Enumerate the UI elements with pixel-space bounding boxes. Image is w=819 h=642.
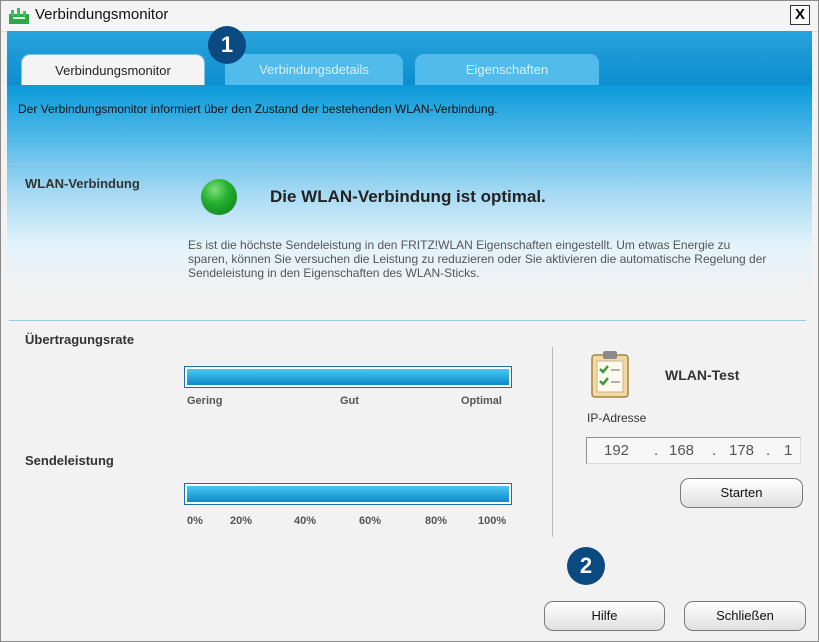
- power-scale-tick: 20%: [230, 515, 253, 527]
- tab-bar: Verbindungsmonitor Verbindungsdetails Ei…: [7, 31, 812, 85]
- rate-scale-high: Optimal: [461, 395, 502, 407]
- tab-eigenschaften[interactable]: Eigenschaften: [415, 54, 599, 85]
- help-button[interactable]: Hilfe: [544, 601, 665, 631]
- tab-verbindungsmonitor[interactable]: Verbindungsmonitor: [21, 54, 205, 85]
- start-button[interactable]: Starten: [680, 478, 803, 508]
- power-bar: [184, 483, 512, 505]
- rate-bar: [184, 366, 512, 388]
- divider: [9, 163, 806, 164]
- wlan-test-title: WLAN-Test: [665, 367, 740, 383]
- status-led-icon: [201, 179, 237, 215]
- connection-status: Die WLAN-Verbindung ist optimal.: [270, 187, 546, 206]
- rate-label: Übertragungsrate: [25, 332, 135, 347]
- ip-octet-3: 178: [729, 442, 755, 459]
- status-description: Es ist die höchste Sendeleistung in den …: [188, 238, 767, 280]
- power-bar-fill: [187, 486, 509, 502]
- ip-address-label: IP-Adresse: [587, 411, 647, 425]
- ip-octet-1: 192: [604, 442, 630, 459]
- ip-separator: .: [766, 442, 771, 459]
- power-scale-tick: 60%: [359, 515, 382, 527]
- power-scale-tick: 80%: [425, 515, 448, 527]
- info-text: Der Verbindungsmonitor informiert über d…: [18, 102, 498, 116]
- ip-octet-4: 1: [784, 442, 793, 459]
- window-title: Verbindungsmonitor: [35, 6, 169, 23]
- power-scale-tick: 0%: [187, 515, 203, 527]
- rate-scale-mid: Gut: [340, 395, 359, 407]
- power-label: Sendeleistung: [25, 453, 114, 468]
- vertical-divider: [552, 347, 553, 537]
- dialog-window: Verbindungsmonitor X Verbindungsmonitor …: [0, 0, 819, 642]
- close-button[interactable]: Schließen: [684, 601, 806, 631]
- wlan-section-label: WLAN-Verbindung: [25, 176, 140, 191]
- rate-scale-low: Gering: [187, 395, 223, 407]
- power-scale-tick: 100%: [478, 515, 507, 527]
- callout-badge-2: 2: [567, 547, 605, 585]
- title-bar: Verbindungsmonitor X: [1, 1, 818, 32]
- tab-verbindungsdetails[interactable]: Verbindungsdetails: [225, 54, 403, 85]
- clipboard-check-icon: [591, 351, 629, 398]
- app-icon: [9, 8, 29, 24]
- power-scale-tick: 40%: [294, 515, 317, 527]
- ip-separator: .: [712, 442, 717, 459]
- rate-bar-fill: [187, 369, 509, 385]
- callout-badge-1: 1: [208, 26, 246, 64]
- ip-separator: .: [654, 442, 659, 459]
- ip-octet-2: 168: [669, 442, 695, 459]
- close-window-button[interactable]: X: [790, 5, 810, 25]
- divider: [9, 320, 806, 321]
- ip-address-field[interactable]: 192 . 168 . 178 . 1: [586, 437, 801, 464]
